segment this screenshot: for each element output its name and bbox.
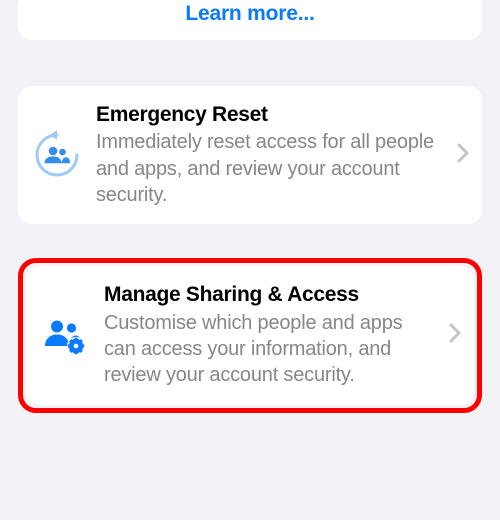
emergency-reset-title: Emergency Reset [96, 102, 443, 128]
emergency-reset-desc: Immediately reset access for all people … [96, 129, 443, 208]
manage-sharing-item[interactable]: Manage Sharing & Access Customise which … [26, 266, 474, 404]
emergency-reset-item[interactable]: Emergency Reset Immediately reset access… [18, 86, 482, 224]
manage-sharing-title: Manage Sharing & Access [104, 282, 435, 308]
chevron-right-icon [449, 323, 462, 348]
info-card: Learn more... [18, 0, 482, 40]
highlight-annotation: Manage Sharing & Access Customise which … [18, 258, 482, 412]
reset-people-icon [32, 130, 82, 180]
chevron-right-icon [457, 143, 470, 168]
manage-sharing-desc: Customise which people and apps can acce… [104, 310, 435, 389]
learn-more-link[interactable]: Learn more... [185, 2, 314, 25]
people-gear-icon [40, 311, 90, 361]
